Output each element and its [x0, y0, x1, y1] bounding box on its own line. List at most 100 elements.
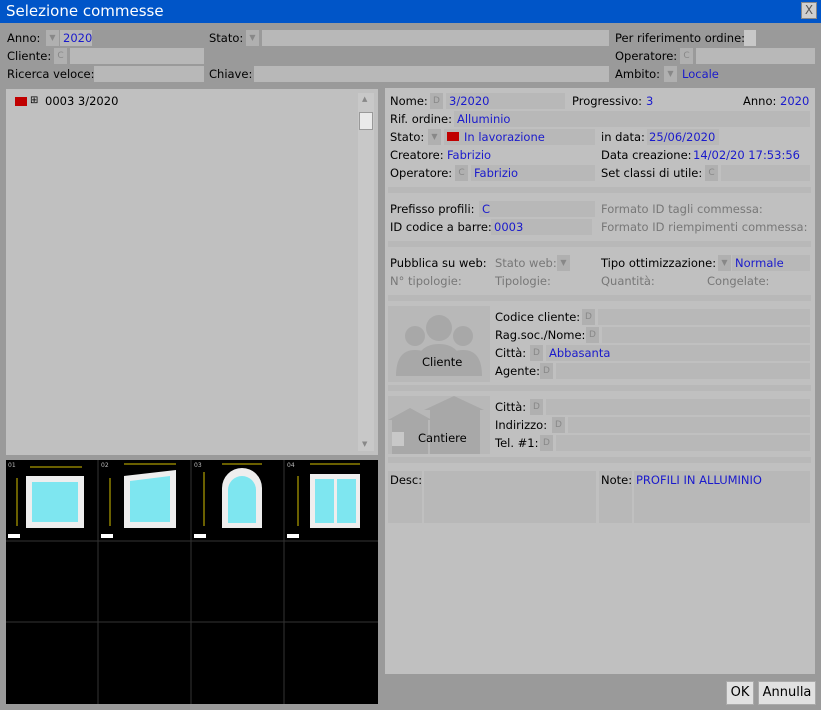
scroll-thumb[interactable] — [359, 112, 373, 130]
codice-cliente-label: Codice cliente: — [495, 310, 581, 324]
codice-cliente-field[interactable] — [598, 309, 810, 325]
note-label: Note: — [601, 473, 633, 487]
tipo-ottimizzazione-label: Tipo ottimizzazione: — [601, 256, 717, 270]
list-item[interactable]: 0003 3/2020 — [45, 93, 118, 109]
desc-label: Desc: — [390, 473, 423, 487]
id-codice-barre-value: 0003 — [494, 220, 524, 234]
nome-d-button[interactable]: D — [430, 93, 443, 109]
tipo-ottimizzazione-value: Normale — [735, 256, 784, 270]
tel-field[interactable] — [556, 435, 810, 451]
progressivo-value: 3 — [646, 94, 654, 108]
cantiere-citta-field[interactable] — [546, 399, 810, 415]
nome-label: Nome: — [390, 94, 428, 108]
progressivo-label: Progressivo: — [572, 94, 642, 108]
stato-label: Stato: — [390, 130, 425, 144]
list-scrollbar[interactable] — [358, 93, 374, 451]
quantita-label: Quantità: — [601, 274, 655, 288]
nome-value: 3/2020 — [449, 94, 490, 108]
anno-label: Anno: — [743, 94, 777, 108]
thumb-1-number: 01 — [8, 462, 16, 469]
rif-ordine-filter-label: Per riferimento ordine: — [615, 31, 746, 45]
scroll-up-icon[interactable]: ▲ — [362, 95, 367, 103]
separator — [388, 385, 811, 391]
separator — [388, 241, 811, 247]
formato-riempimenti-label: Formato ID riempimenti commessa: — [601, 220, 808, 234]
stato-web-dropdown-icon[interactable]: ▼ — [557, 255, 570, 271]
desc-textarea[interactable] — [424, 471, 596, 523]
rif-ordine-checkbox[interactable] — [744, 30, 756, 46]
rag-soc-d-button[interactable]: D — [586, 327, 599, 343]
thumbnail-grid-svg: 01 02 03 04 — [6, 460, 378, 704]
cantiere-button-label: Cantiere — [418, 431, 467, 445]
stato-filter-field[interactable] — [262, 30, 609, 46]
cliente-filter-field[interactable] — [70, 48, 204, 64]
ricerca-veloce-label: Ricerca veloce: — [7, 67, 95, 81]
thumbnail-grid: 01 02 03 04 — [6, 460, 378, 704]
anno-value: 2020 — [780, 94, 810, 108]
in-data-label: in data: — [601, 130, 645, 144]
stato-value: In lavorazione — [464, 130, 545, 144]
rag-soc-field[interactable] — [602, 327, 810, 343]
cantiere-citta-d-button[interactable]: D — [530, 399, 543, 415]
agente-d-button[interactable]: D — [540, 363, 553, 379]
thumb-3-number: 03 — [194, 462, 202, 469]
set-classi-c-button[interactable]: C — [705, 165, 718, 181]
indirizzo-d-button[interactable]: D — [552, 417, 565, 433]
ricerca-veloce-input[interactable] — [94, 66, 204, 82]
scroll-down-icon[interactable]: ▼ — [362, 440, 367, 448]
prefisso-profili-field[interactable] — [479, 201, 595, 217]
data-creazione-label: Data creazione: — [601, 148, 692, 162]
set-classi-field[interactable] — [721, 165, 810, 181]
id-codice-barre-label: ID codice a barre: — [390, 220, 492, 234]
operatore-filter-field[interactable] — [696, 48, 815, 64]
window-title: Selezione commesse — [6, 2, 164, 20]
ok-button[interactable]: OK — [726, 681, 754, 705]
codice-cliente-d-button[interactable]: D — [582, 309, 595, 325]
tel-d-button[interactable]: D — [540, 435, 553, 451]
separator — [388, 457, 811, 463]
stato-dropdown-icon[interactable]: ▼ — [246, 30, 259, 46]
tipo-ottimizzazione-dropdown-icon[interactable]: ▼ — [718, 255, 731, 271]
anno-dropdown-icon[interactable]: ▼ — [46, 30, 59, 46]
citta-d-button[interactable]: D — [530, 345, 543, 361]
stato-detail-dropdown-icon[interactable]: ▼ — [428, 129, 441, 145]
window-icon: ⊞ — [30, 95, 39, 106]
commesse-list — [6, 89, 378, 455]
cliente-filter-label: Cliente: — [7, 49, 52, 63]
chiave-label: Chiave: — [209, 67, 253, 81]
cliente-button-label: Cliente — [422, 355, 463, 369]
thumb-3[interactable] — [194, 463, 262, 538]
thumb-1[interactable] — [8, 466, 84, 538]
stato-filter-label: Stato: — [209, 31, 244, 45]
operatore-code-button[interactable]: C — [680, 48, 693, 64]
status-flag-icon — [15, 97, 27, 106]
thumb-2[interactable] — [101, 463, 176, 538]
operatore-label: Operatore: — [390, 166, 453, 180]
cancel-button[interactable]: Annulla — [758, 681, 816, 705]
operatore-c-button[interactable]: C — [455, 165, 468, 181]
tipologie-label: Tipologie: — [495, 274, 551, 288]
cliente-button[interactable] — [388, 306, 490, 382]
indirizzo-label: Indirizzo: — [495, 418, 548, 432]
agente-field[interactable] — [556, 363, 810, 379]
chiave-input[interactable] — [254, 66, 609, 82]
anno-filter-value: 2020 — [63, 31, 93, 45]
ambito-dropdown-icon[interactable]: ▼ — [664, 66, 677, 82]
operatore-filter-label: Operatore: — [615, 49, 678, 63]
operatore-value: Fabrizio — [474, 166, 519, 180]
pubblica-web-label: Pubblica su web: — [390, 256, 487, 270]
ambito-value: Locale — [682, 67, 719, 81]
agente-label: Agente: — [495, 364, 540, 378]
anno-filter-label: Anno: — [7, 31, 41, 45]
congelate-label: Congelate: — [707, 274, 770, 288]
separator — [388, 187, 811, 193]
cliente-code-button[interactable]: C — [54, 48, 67, 64]
citta-label: Città: — [495, 346, 527, 360]
n-tipologie-label: N° tipologie: — [390, 274, 462, 288]
indirizzo-field[interactable] — [568, 417, 810, 433]
close-button[interactable]: X — [801, 2, 817, 19]
prefisso-profili-label: Prefisso profili: — [390, 202, 475, 216]
prefisso-profili-value: C — [482, 202, 491, 216]
thumb-4[interactable] — [287, 463, 360, 538]
separator — [388, 295, 811, 301]
